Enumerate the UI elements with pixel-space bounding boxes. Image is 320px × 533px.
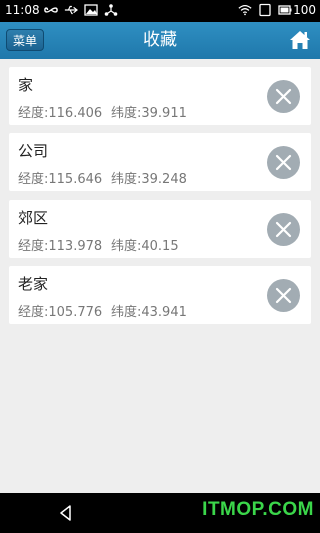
usb-icon [64, 5, 78, 15]
close-icon [275, 287, 292, 304]
image-icon [84, 4, 98, 16]
battery-percent: 100 [293, 3, 316, 17]
favorite-name: 老家 [18, 275, 49, 293]
close-icon [275, 154, 292, 171]
home-icon[interactable] [288, 29, 312, 51]
status-time: 11:08 [5, 3, 40, 17]
longitude-label: 经度:105.776 [18, 305, 103, 320]
close-icon [275, 221, 292, 238]
status-bar: 11:08 100 [0, 0, 320, 22]
longitude-label: 经度:116.406 [18, 106, 103, 121]
favorite-item[interactable]: 家 经度:116.406 纬度:39.911 [9, 67, 311, 125]
favorite-name: 家 [18, 76, 34, 94]
sim-icon [259, 3, 271, 17]
delete-button[interactable] [267, 146, 300, 179]
back-icon[interactable] [56, 503, 76, 523]
favorite-item[interactable]: 老家 经度:105.776 纬度:43.941 [9, 266, 311, 324]
latitude-label: 纬度:39.911 [111, 106, 187, 121]
latitude-label: 纬度:39.248 [111, 172, 187, 187]
favorite-name: 郊区 [18, 209, 49, 227]
delete-button[interactable] [267, 213, 300, 246]
delete-button[interactable] [267, 80, 300, 113]
share-icon [104, 4, 118, 16]
latitude-label: 纬度:40.15 [111, 239, 179, 254]
page-title: 收藏 [143, 30, 177, 50]
close-icon [275, 88, 292, 105]
favorite-name: 公司 [18, 142, 49, 160]
menu-button[interactable]: 菜单 [6, 29, 44, 51]
navigation-bar: ITMOP.COM [0, 493, 320, 533]
favorite-item[interactable]: 郊区 经度:113.978 纬度:40.15 [9, 200, 311, 258]
latitude-label: 纬度:43.941 [111, 305, 187, 320]
battery-icon [278, 5, 292, 15]
favorite-item[interactable]: 公司 经度:115.646 纬度:39.248 [9, 133, 311, 191]
longitude-label: 经度:115.646 [18, 172, 103, 187]
delete-button[interactable] [267, 279, 300, 312]
app-header: 收藏 菜单 [0, 22, 320, 59]
watermark: ITMOP.COM [202, 499, 314, 520]
infinity-icon [44, 7, 58, 13]
wifi-icon [238, 5, 252, 16]
longitude-label: 经度:113.978 [18, 239, 103, 254]
